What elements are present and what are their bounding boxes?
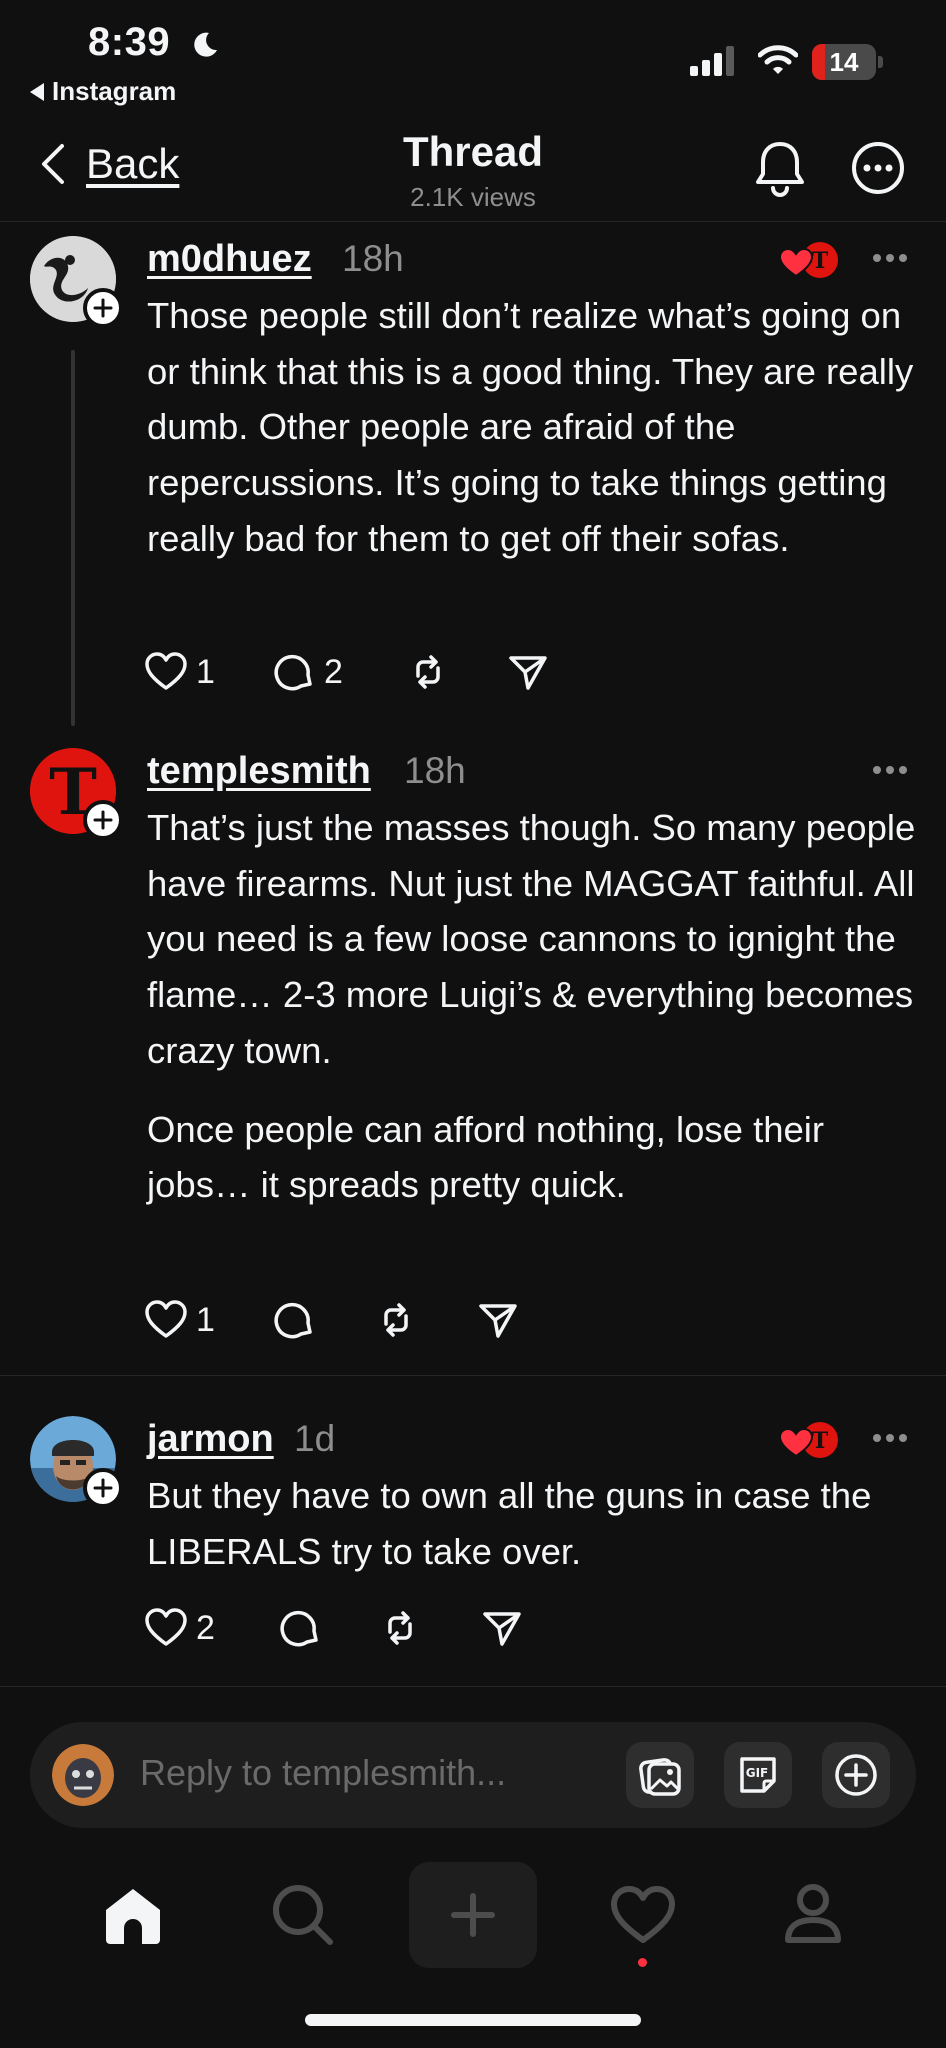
gif-icon: GIF (740, 1757, 776, 1793)
follow-button[interactable] (83, 1468, 123, 1508)
send-icon (509, 656, 547, 690)
reply-composer[interactable]: Reply to templesmith... GIF (30, 1722, 916, 1828)
post-text: Those people still don’t realize what’s … (147, 288, 917, 567)
back-triangle-icon (30, 82, 44, 101)
notification-dot (638, 1958, 647, 1967)
post-text: But they have to own all the guns in cas… (147, 1468, 917, 1579)
post-paragraph: Those people still don’t realize what’s … (147, 295, 914, 559)
home-icon[interactable] (98, 1880, 168, 1950)
repost-button[interactable] (374, 1296, 418, 1344)
follow-button[interactable] (83, 800, 123, 840)
photo-gallery-icon (639, 1758, 681, 1796)
post-more-icon[interactable] (872, 252, 908, 264)
follow-button[interactable] (83, 288, 123, 328)
heart-icon (145, 1300, 187, 1338)
repost-button[interactable] (406, 648, 450, 696)
post-divider (0, 1686, 946, 1687)
back-to-app-link[interactable]: Instagram (30, 76, 176, 107)
compose-button[interactable] (409, 1862, 537, 1968)
back-app-label: Instagram (52, 76, 177, 106)
reply-count: 2 (324, 652, 343, 691)
post-paragraph: Once people can afford nothing, lose the… (147, 1108, 825, 1206)
add-attachment-button[interactable] (822, 1742, 890, 1808)
timestamp: 18h (342, 238, 404, 279)
username[interactable]: templesmith (147, 750, 371, 793)
gif-button[interactable]: GIF (724, 1742, 792, 1808)
post-more-icon[interactable] (872, 1432, 908, 1444)
battery-percent: 14 (829, 47, 859, 77)
send-icon (483, 1612, 521, 1646)
share-button[interactable] (476, 1296, 520, 1344)
plus-icon (93, 810, 113, 830)
send-icon (479, 1304, 517, 1338)
status-time: 8:39 (88, 20, 171, 64)
post-divider (0, 1375, 946, 1376)
repost-icon (388, 1611, 412, 1645)
svg-text:T: T (812, 1428, 829, 1454)
comment-icon (274, 654, 312, 691)
reply-button[interactable] (278, 1604, 322, 1652)
like-count: 1 (196, 1300, 215, 1339)
thread-post: jarmon 1d T But they have to own all the… (0, 1410, 946, 1680)
activity-heart-icon[interactable] (608, 1880, 678, 1950)
search-icon[interactable] (268, 1880, 338, 1950)
svg-text:T: T (812, 248, 829, 274)
timestamp: 18h (404, 750, 466, 791)
thread-post: m0dhuez 18h T Those people still don’t r… (0, 230, 946, 730)
reply-button[interactable]: 2 (272, 648, 343, 696)
home-indicator[interactable] (305, 2014, 641, 2026)
comment-icon (280, 1610, 318, 1647)
liked-by-author-icon: T (778, 1422, 838, 1458)
like-button[interactable]: 1 (144, 648, 215, 696)
repost-icon (384, 1303, 408, 1337)
username[interactable]: jarmon (147, 1418, 274, 1461)
cellular-signal-icon (690, 46, 734, 76)
like-count: 2 (196, 1608, 215, 1647)
profile-icon[interactable] (778, 1880, 848, 1950)
timestamp: 1d (294, 1418, 336, 1459)
reply-button[interactable] (272, 1296, 316, 1344)
gallery-button[interactable] (626, 1742, 694, 1808)
post-paragraph: That’s just the masses though. So many p… (147, 807, 916, 1071)
heart-icon (145, 1608, 187, 1646)
reply-input[interactable]: Reply to templesmith... (140, 1752, 506, 1794)
heart-icon (145, 652, 187, 690)
share-button[interactable] (480, 1604, 524, 1652)
post-paragraph: But they have to own all the guns in cas… (147, 1475, 872, 1572)
post-more-icon[interactable] (872, 764, 908, 776)
svg-text:GIF: GIF (746, 1766, 769, 1780)
plus-icon (93, 298, 113, 318)
plus-icon (451, 1893, 495, 1937)
repost-icon (416, 655, 440, 689)
comment-icon (274, 1302, 312, 1339)
liked-by-author-icon: T (778, 242, 838, 278)
thread-post: T templesmith 18h That’s just the masses… (0, 742, 946, 1362)
username[interactable]: m0dhuez (147, 238, 312, 281)
more-options-icon[interactable] (850, 140, 906, 196)
bell-icon[interactable] (752, 138, 808, 198)
like-count: 1 (196, 652, 215, 691)
plus-circle-icon (835, 1754, 877, 1796)
battery-indicator: 14 (812, 44, 884, 80)
thread-header: Back Thread 2.1K views (0, 118, 946, 222)
status-bar: 8:39 Instagram 14 (0, 0, 946, 110)
post-text: That’s just the masses though. So many p… (147, 800, 917, 1213)
repost-button[interactable] (378, 1604, 422, 1652)
moon-icon (194, 32, 217, 57)
like-button[interactable]: 1 (144, 1296, 215, 1344)
like-button[interactable]: 2 (144, 1604, 215, 1652)
wifi-icon (758, 45, 798, 74)
current-user-avatar (52, 1744, 114, 1806)
share-button[interactable] (506, 648, 550, 696)
plus-icon (93, 1478, 113, 1498)
bottom-tab-bar (0, 1858, 946, 1978)
